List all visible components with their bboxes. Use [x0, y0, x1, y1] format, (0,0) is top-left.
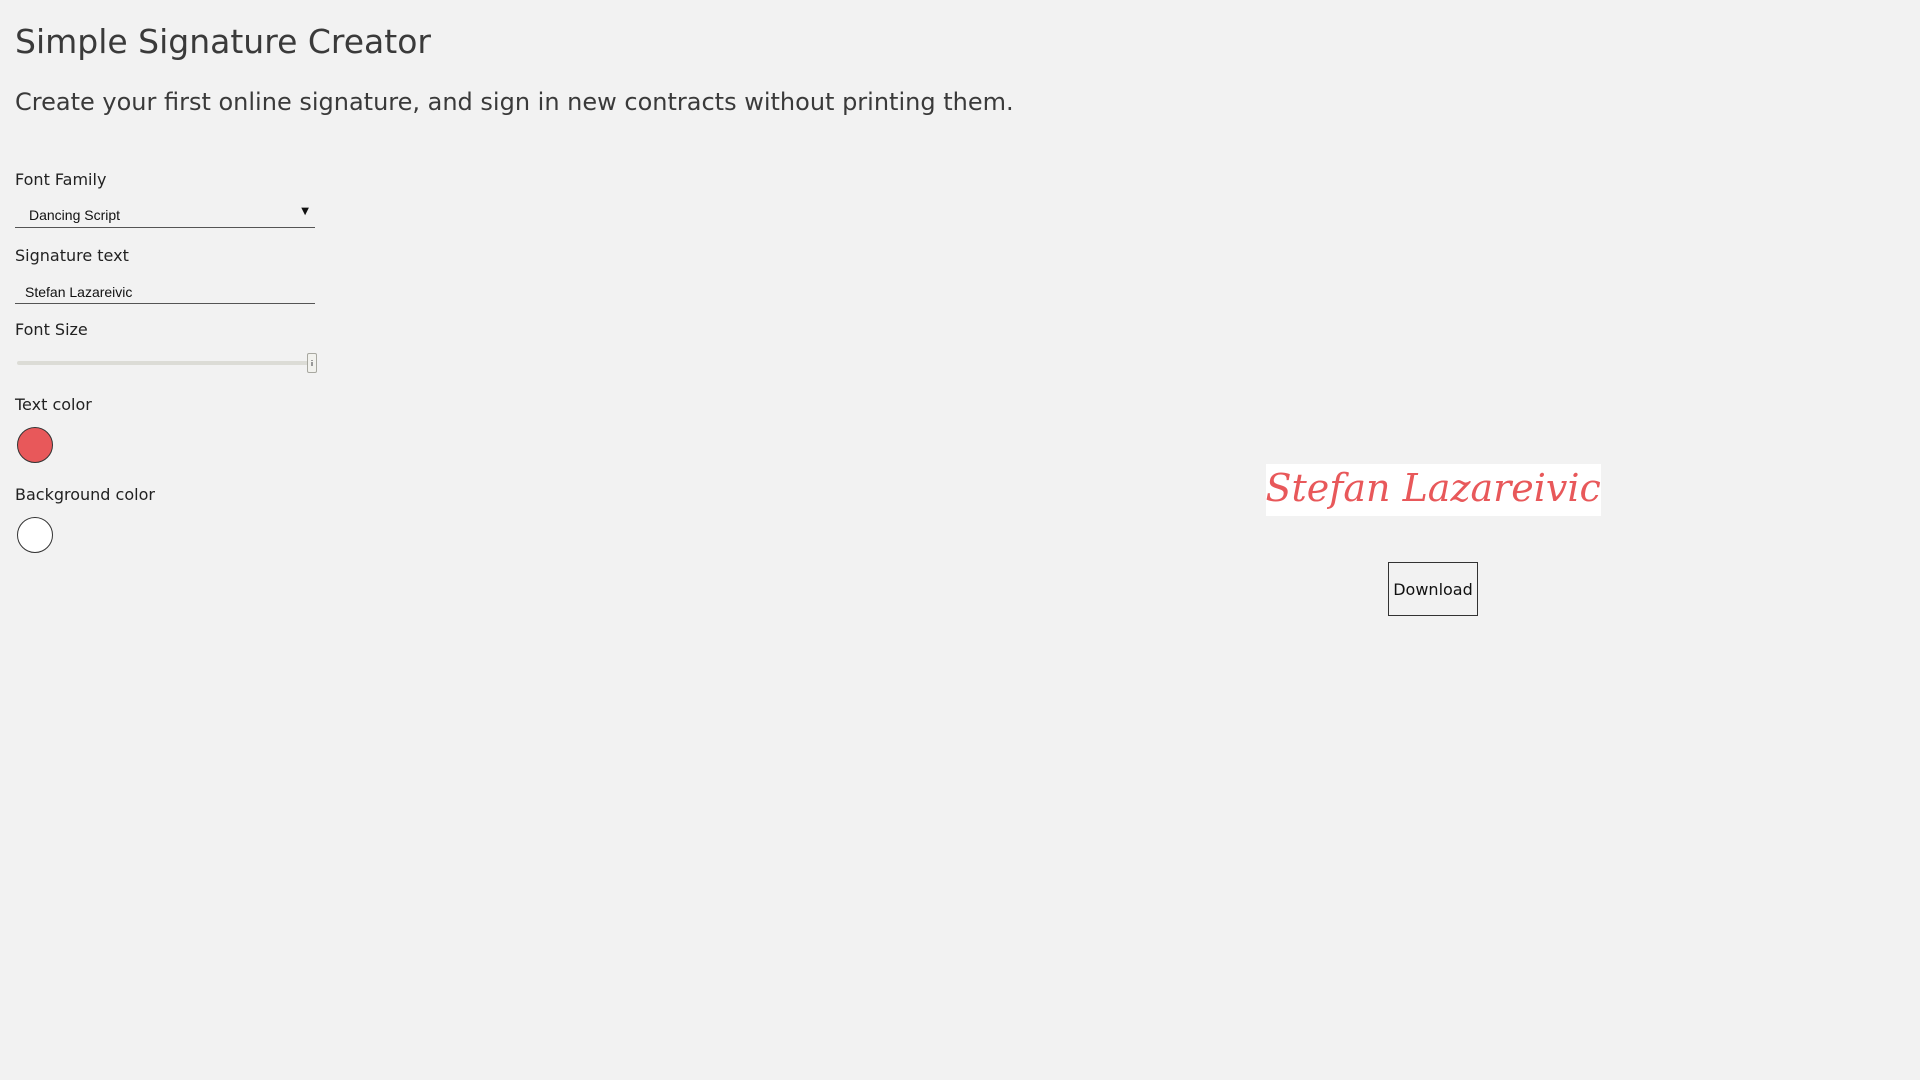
- text-color-swatch[interactable]: [17, 427, 53, 463]
- page-title: Simple Signature Creator: [15, 22, 431, 61]
- font-size-slider[interactable]: [15, 352, 317, 374]
- text-color-label: Text color: [15, 395, 92, 414]
- signature-text-input[interactable]: [15, 276, 315, 304]
- slider-thumb[interactable]: [307, 353, 317, 373]
- background-color-swatch[interactable]: [17, 517, 53, 553]
- dropdown-arrow-icon: ▼: [301, 206, 309, 217]
- slider-track: [17, 361, 313, 365]
- signature-creator-page: Simple Signature Creator Create your fir…: [0, 0, 1920, 1080]
- font-family-label: Font Family: [15, 170, 107, 189]
- font-family-selected-value: Dancing Script: [29, 207, 121, 223]
- page-subtitle: Create your first online signature, and …: [15, 88, 1014, 116]
- font-size-label: Font Size: [15, 320, 88, 339]
- font-family-select[interactable]: Dancing Script ▼: [15, 200, 315, 228]
- signature-preview: Stefan Lazareivic: [1265, 464, 1601, 516]
- grip-icon: [311, 360, 313, 363]
- background-color-label: Background color: [15, 485, 155, 504]
- signature-text-label: Signature text: [15, 246, 129, 265]
- download-button[interactable]: Download: [1388, 562, 1478, 616]
